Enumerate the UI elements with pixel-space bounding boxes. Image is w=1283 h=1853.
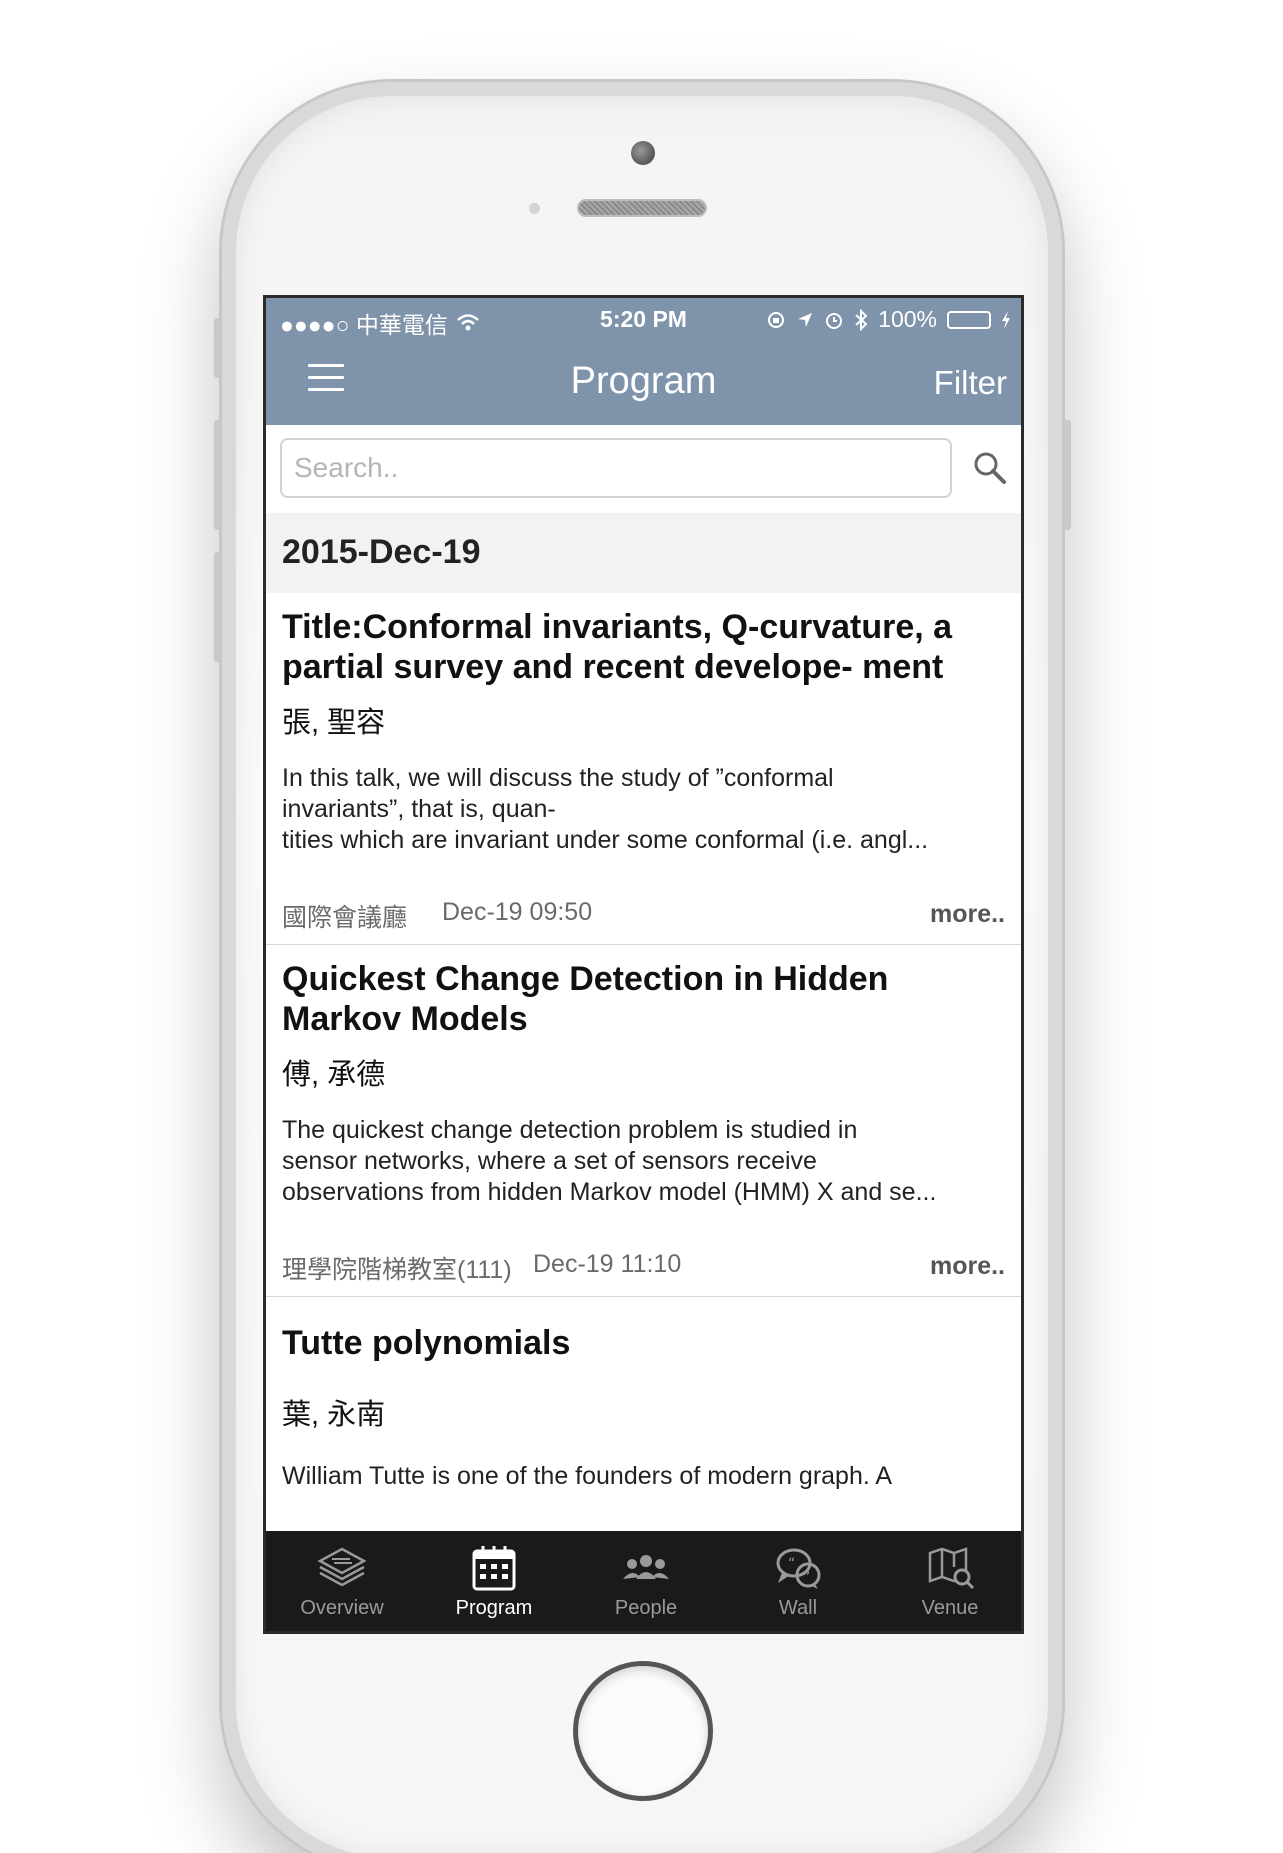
session-abstract: The quickest change detection problem is… — [282, 1115, 1005, 1208]
session-item[interactable]: Title:Conformal invariants, Q-curvature,… — [266, 593, 1021, 945]
power-button — [1063, 420, 1071, 530]
tab-venue[interactable]: Venue — [874, 1531, 1021, 1631]
map-icon — [928, 1547, 975, 1590]
session-venue: 理學院階梯教室(111) — [282, 1256, 512, 1284]
location-icon — [798, 312, 813, 327]
tab-overview[interactable]: Overview — [266, 1531, 418, 1631]
people-icon — [623, 1555, 669, 1579]
search-row — [266, 425, 1021, 513]
status-bar: ●●●●○ 中華電信 5:20 PM 100% — [266, 298, 1021, 342]
app-screen: ●●●●○ 中華電信 5:20 PM 100% Program Filter S… — [263, 295, 1024, 1634]
abstract-line: In this talk, we will discuss the study … — [282, 764, 834, 792]
silent-switch — [214, 318, 222, 378]
svg-text:“: “ — [788, 1556, 795, 1572]
tab-wall[interactable]: “ ” Wall — [722, 1531, 874, 1631]
volume-down-button — [214, 552, 222, 662]
more-link[interactable]: more.. — [930, 1252, 1005, 1281]
tab-label: Overview — [300, 1597, 384, 1619]
charging-icon — [1002, 310, 1010, 329]
home-button[interactable] — [573, 1661, 713, 1801]
abstract-line: The quickest change detection problem is… — [282, 1116, 858, 1144]
navigation-bar: Program Filter — [266, 342, 1021, 425]
alarm-icon — [826, 312, 843, 329]
tab-label: Program — [455, 1597, 533, 1619]
battery-percent: 100% — [878, 306, 937, 332]
bluetooth-icon — [855, 308, 868, 331]
tab-label: Venue — [921, 1597, 979, 1619]
session-time: Dec-19 09:50 — [442, 898, 593, 926]
session-speaker: 葉, 永南 — [282, 1399, 386, 1431]
earpiece-speaker — [577, 199, 707, 217]
abstract-line: invariants”, that is, quan- — [282, 795, 556, 823]
search-input[interactable] — [280, 438, 952, 498]
chat-icon: “ ” — [776, 1548, 821, 1589]
tab-label: Wall — [778, 1597, 818, 1619]
tab-people[interactable]: People — [570, 1531, 722, 1631]
session-item[interactable]: Tutte polynomials 葉, 永南 William Tutte is… — [266, 1297, 1021, 1492]
status-right: 100% — [766, 306, 1011, 333]
session-abstract: In this talk, we will discuss the study … — [282, 763, 1005, 856]
session-speaker: 張, 聖容 — [282, 707, 386, 739]
search-icon[interactable] — [972, 450, 1008, 486]
session-abstract: William Tutte is one of the founders of … — [282, 1461, 1005, 1492]
session-footer: 國際會議廳 Dec-19 09:50 more.. — [282, 888, 1005, 944]
stage: ●●●●○ 中華電信 5:20 PM 100% Program Filter S… — [0, 0, 1283, 1853]
more-link[interactable]: more.. — [930, 900, 1005, 929]
session-speaker: 傅, 承德 — [282, 1059, 386, 1091]
abstract-line: sensor networks, where a set of sensors … — [282, 1147, 817, 1175]
tab-bar: Overview Program People “ ” Wall Venue — [266, 1531, 1021, 1631]
battery-icon — [947, 310, 991, 329]
date-section-header: 2015-Dec-19 — [266, 513, 1021, 593]
page-title: Program — [570, 360, 717, 402]
session-footer: 理學院階梯教室(111) Dec-19 11:10 more.. — [282, 1240, 1005, 1296]
volume-up-button — [214, 420, 222, 530]
tab-label: People — [614, 1597, 678, 1619]
session-item[interactable]: Quickest Change Detection in Hidden Mark… — [266, 945, 1021, 1297]
layers-icon — [317, 1547, 367, 1587]
session-venue: 國際會議廳 — [282, 904, 408, 932]
abstract-line: William Tutte is one of the founders of … — [282, 1462, 893, 1490]
abstract-line: observations from hidden Markov model (H… — [282, 1178, 937, 1206]
front-camera — [631, 141, 655, 165]
session-title: Title:Conformal invariants, Q-curvature,… — [282, 608, 953, 686]
svg-text:”: ” — [803, 1570, 810, 1586]
rotation-lock-icon — [768, 311, 785, 328]
proximity-sensor — [529, 203, 540, 214]
tab-program[interactable]: Program — [418, 1531, 570, 1631]
session-time: Dec-19 11:10 — [533, 1250, 682, 1278]
calendar-icon — [472, 1546, 516, 1591]
abstract-line: tities which are invariant under some co… — [282, 826, 929, 854]
filter-button[interactable]: Filter — [934, 364, 1007, 402]
session-title: Quickest Change Detection in Hidden Mark… — [282, 960, 889, 1038]
session-title: Tutte polynomials — [282, 1324, 571, 1362]
session-list: Title:Conformal invariants, Q-curvature,… — [266, 593, 1021, 1492]
